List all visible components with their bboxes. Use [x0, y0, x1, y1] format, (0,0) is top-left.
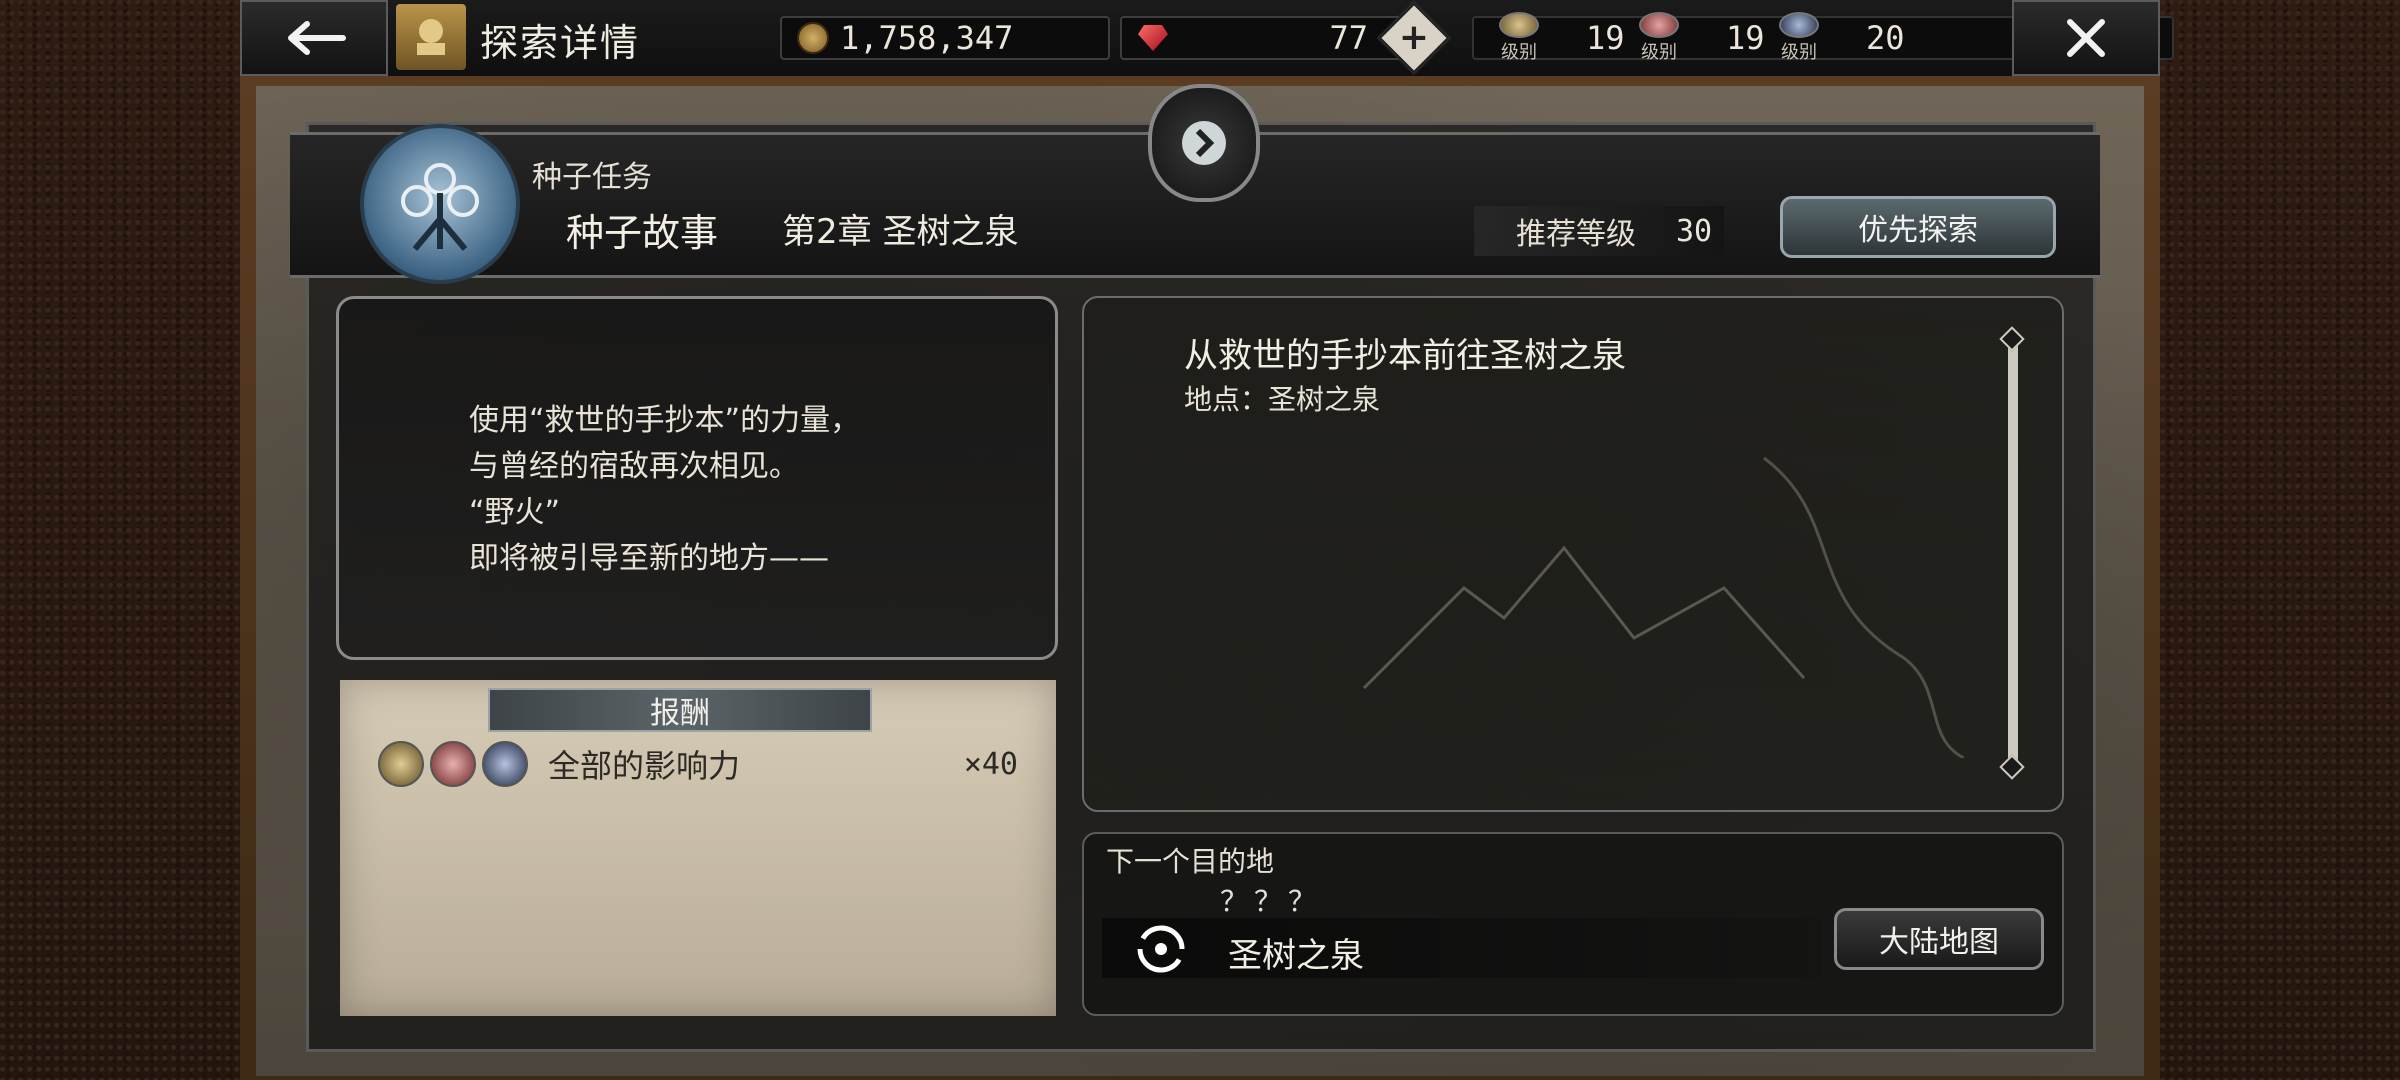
- priority-explore-button[interactable]: 优先探索: [1780, 196, 2056, 258]
- next-destination-row: 圣树之泉: [1102, 918, 1822, 978]
- gold-value: 1,758,347: [840, 19, 1014, 57]
- next-destination-label: 下一个目的地: [1106, 845, 1275, 878]
- coin-icon: [796, 21, 830, 55]
- mission-name: 种子故事: [566, 211, 719, 255]
- back-button[interactable]: [240, 0, 388, 76]
- close-icon: [2067, 19, 2105, 57]
- right-leather-border: [2160, 0, 2400, 1080]
- power-influence-icon: [482, 741, 528, 787]
- forward-medal-icon: [1148, 84, 1260, 202]
- faction-level-1: 级别 19: [1498, 12, 1625, 64]
- continent-map-button[interactable]: 大陆地图: [1834, 908, 2044, 970]
- objective-location: 地点：圣树之泉: [1184, 383, 1381, 416]
- wealth-faction-icon: [1499, 12, 1539, 38]
- mission-chapter: 第2章 圣树之泉: [782, 212, 1019, 252]
- next-destination-unknown: ？？？: [1220, 885, 1323, 918]
- reward-item: 全部的影响力 ×40: [378, 740, 1018, 788]
- objective-panel: 从救世的手抄本前往圣树之泉 地点：圣树之泉: [1082, 296, 2064, 812]
- description-line: 即将被引导至新的地方——: [469, 541, 829, 576]
- description-line: 与曾经的宿敌再次相见。: [469, 449, 799, 484]
- recommended-level-label: 推荐等级: [1516, 217, 1636, 252]
- reward-panel: 报酬 全部的影响力 ×40: [340, 680, 1056, 1016]
- description-line: 使用“救世的手抄本”的力量，: [469, 403, 861, 438]
- portal-swirl-icon: [1137, 925, 1185, 973]
- scroll-track: [2008, 338, 2018, 768]
- faith-faction-icon: [1639, 12, 1679, 38]
- recommended-level-value: 30: [1676, 213, 1713, 249]
- objective-scrollbar[interactable]: [1999, 326, 2025, 780]
- gem-icon: [1136, 21, 1170, 55]
- page-title: 探索详情: [480, 21, 641, 65]
- faction-level-3: 级别 20: [1778, 12, 1905, 64]
- top-bar: 探索详情 1,758,347 77 + 级别 19 级别 19 级别 20: [240, 0, 2174, 78]
- objective-title: 从救世的手抄本前往圣树之泉: [1184, 336, 1626, 376]
- add-gems-button[interactable]: +: [1377, 1, 1451, 75]
- back-arrow-icon: [288, 21, 346, 55]
- scroll-bottom-cap: [1999, 754, 2025, 780]
- power-faction-icon: [1779, 12, 1819, 38]
- reward-header: 报酬: [488, 688, 872, 732]
- scroll-top-cap: [1999, 326, 2025, 352]
- close-button[interactable]: [2012, 0, 2160, 76]
- seed-tree-icon: [360, 124, 520, 284]
- gold-counter: 1,758,347: [780, 16, 1110, 60]
- faction-level-2: 级别 19: [1638, 12, 1765, 64]
- description-line: “野火”: [469, 495, 561, 530]
- wealth-influence-icon: [378, 741, 424, 787]
- story-description: 使用“救世的手抄本”的力量， 与曾经的宿敌再次相见。 “野火” 即将被引导至新的…: [336, 296, 1058, 660]
- next-destination-name: 圣树之泉: [1228, 936, 1364, 976]
- title-emblem-icon: [396, 4, 466, 70]
- next-destination-panel: 下一个目的地 ？？？ 圣树之泉 大陆地图: [1082, 832, 2064, 1016]
- gem-counter: 77: [1120, 16, 1406, 60]
- faith-influence-icon: [430, 741, 476, 787]
- reward-name: 全部的影响力: [548, 747, 741, 785]
- mission-type: 种子任务: [532, 160, 652, 195]
- reward-quantity: ×40: [963, 746, 1018, 782]
- recommended-level: 推荐等级 30: [1474, 206, 1724, 256]
- map-sketch: [1362, 456, 1964, 758]
- left-leather-border: [0, 0, 240, 1080]
- gem-value: 77: [1329, 19, 1368, 57]
